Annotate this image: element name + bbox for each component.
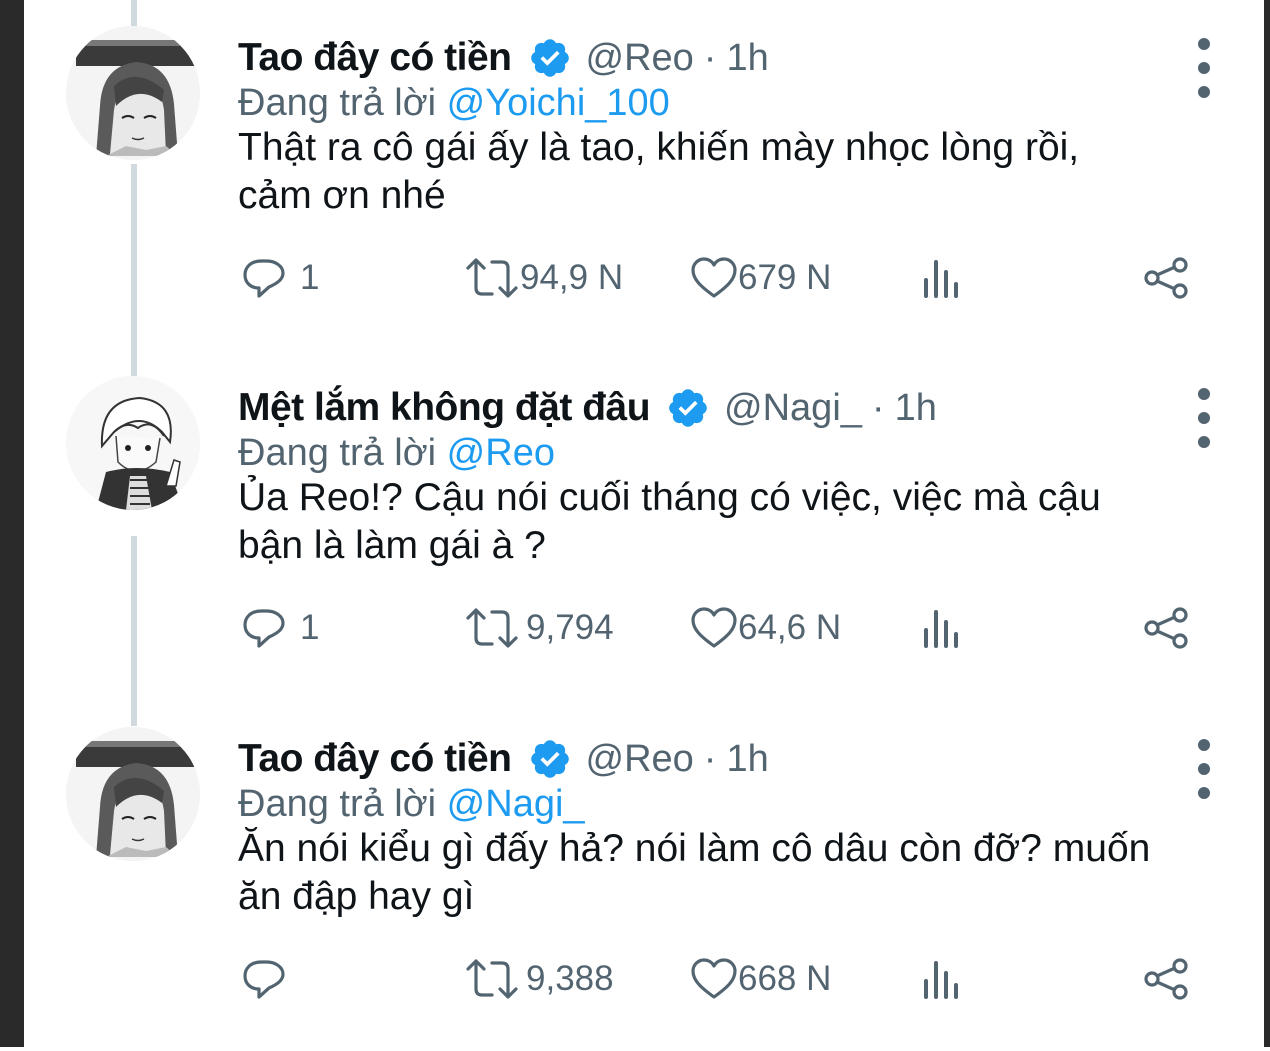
replying-label: Đang trả lời <box>238 82 437 124</box>
replying-to: Đang trả lời @Yoichi_100 <box>238 82 670 125</box>
screen-frame-left <box>0 0 24 1047</box>
avatar-reo[interactable] <box>66 26 200 160</box>
share-button[interactable] <box>1142 250 1190 306</box>
tweet-actions: 9,388 668 N <box>238 951 1198 1007</box>
tweet-text-line: ăn đập hay gì <box>238 875 475 918</box>
avatar-reo[interactable] <box>66 727 200 861</box>
retweet-button[interactable]: 9,794 <box>464 600 614 656</box>
user-handle[interactable]: @Reo <box>586 37 694 80</box>
separator-dot: · <box>703 36 717 79</box>
retweet-icon <box>464 957 520 1001</box>
reply-count: 1 <box>300 258 320 297</box>
separator-dot: · <box>871 386 885 429</box>
retweet-count: 9,794 <box>526 608 614 647</box>
more-options-icon[interactable] <box>1198 38 1212 106</box>
screen-frame-right <box>1264 0 1270 1047</box>
reply-button[interactable]: 1 <box>242 600 319 656</box>
share-icon <box>1142 957 1190 1001</box>
display-name[interactable]: Tao đây có tiền <box>238 737 512 781</box>
more-options-icon[interactable] <box>1198 388 1212 456</box>
tweet-actions: 1 94,9 N 679 N <box>238 250 1198 306</box>
tweet-text: Thật ra cô gái ấy là tao, khiến mày nhọc… <box>238 124 1228 220</box>
anime-avatar-reo-icon <box>66 26 200 160</box>
replying-to-mention[interactable]: @Nagi_ <box>447 783 585 825</box>
reply-icon <box>242 606 286 650</box>
like-count: 679 N <box>738 258 832 297</box>
heart-icon <box>690 606 738 650</box>
retweet-count: 9,388 <box>526 959 614 998</box>
display-name[interactable]: Mệt lắm không đặt đâu <box>238 386 651 430</box>
avatar-nagi[interactable] <box>66 376 200 510</box>
anime-avatar-reo-icon <box>66 727 200 861</box>
heart-icon <box>690 256 738 300</box>
tweet-3[interactable]: Tao đây có tiền @Reo · 1h Đang trả lời @… <box>24 701 1264 1051</box>
verified-badge-icon <box>666 386 710 430</box>
timestamp[interactable]: 1h <box>726 738 768 781</box>
tweet-text-line: Ủa Reo!? Cậu nói cuối tháng có việc, việ… <box>238 476 1101 519</box>
tweet-actions: 1 9,794 64,6 N <box>238 600 1198 656</box>
replying-label: Đang trả lời <box>238 783 437 825</box>
user-handle[interactable]: @Nagi_ <box>724 387 862 430</box>
more-options-icon[interactable] <box>1198 739 1212 807</box>
timestamp[interactable]: 1h <box>726 37 768 80</box>
verified-badge-icon <box>528 737 572 781</box>
reply-icon <box>242 256 286 300</box>
retweet-icon <box>464 606 520 650</box>
like-count: 64,6 N <box>738 608 842 647</box>
retweet-icon <box>464 256 520 300</box>
tweet-2[interactable]: Mệt lắm không đặt đâu @Nagi_ · 1h Đang t… <box>24 350 1264 700</box>
views-chart-icon <box>922 256 962 300</box>
like-button[interactable]: 64,6 N <box>690 600 841 656</box>
heart-icon <box>690 957 738 1001</box>
replying-label: Đang trả lời <box>238 432 437 474</box>
user-handle[interactable]: @Reo <box>586 738 694 781</box>
like-button[interactable]: 668 N <box>690 951 831 1007</box>
tweet-text-line: Thật ra cô gái ấy là tao, khiến mày nhọc… <box>238 126 1080 169</box>
like-button[interactable]: 679 N <box>690 250 831 306</box>
reply-icon <box>242 957 286 1001</box>
tweet-text-line: cảm ơn nhé <box>238 174 446 217</box>
views-button[interactable] <box>922 951 962 1007</box>
retweet-button[interactable]: 9,388 <box>464 951 614 1007</box>
retweet-count: 94,9 N <box>520 258 624 297</box>
retweet-button[interactable]: 94,9 N <box>464 250 623 306</box>
tweet-text: Ăn nói kiểu gì đấy hả? nói làm cô dâu cò… <box>238 825 1228 921</box>
tweet-text-line: Ăn nói kiểu gì đấy hả? nói làm cô dâu cò… <box>238 827 1151 870</box>
display-name[interactable]: Tao đây có tiền <box>238 36 512 80</box>
replying-to: Đang trả lời @Reo <box>238 432 555 475</box>
reply-button[interactable] <box>242 951 300 1007</box>
views-chart-icon <box>922 957 962 1001</box>
replying-to-mention[interactable]: @Reo <box>447 432 555 474</box>
separator-dot: · <box>703 737 717 780</box>
views-chart-icon <box>922 606 962 650</box>
views-button[interactable] <box>922 600 962 656</box>
anime-avatar-nagi-icon <box>66 376 200 510</box>
replying-to: Đang trả lời @Nagi_ <box>238 783 585 826</box>
share-button[interactable] <box>1142 600 1190 656</box>
tweet-header: Tao đây có tiền @Reo · 1h <box>238 733 769 785</box>
like-count: 668 N <box>738 959 832 998</box>
replying-to-mention[interactable]: @Yoichi_100 <box>447 82 670 124</box>
tweet-text: Ủa Reo!? Cậu nói cuối tháng có việc, việ… <box>238 474 1228 570</box>
share-icon <box>1142 606 1190 650</box>
timestamp[interactable]: 1h <box>895 387 937 430</box>
verified-badge-icon <box>528 36 572 80</box>
views-button[interactable] <box>922 250 962 306</box>
share-icon <box>1142 256 1190 300</box>
reply-count: 1 <box>300 608 320 647</box>
share-button[interactable] <box>1142 951 1190 1007</box>
tweet-header: Tao đây có tiền @Reo · 1h <box>238 32 769 84</box>
tweet-text-line: bận là làm gái à ? <box>238 524 546 567</box>
tweet-header: Mệt lắm không đặt đâu @Nagi_ · 1h <box>238 382 937 434</box>
reply-button[interactable]: 1 <box>242 250 319 306</box>
tweet-1[interactable]: Tao đây có tiền @Reo · 1h Đang trả lời @… <box>24 0 1264 350</box>
